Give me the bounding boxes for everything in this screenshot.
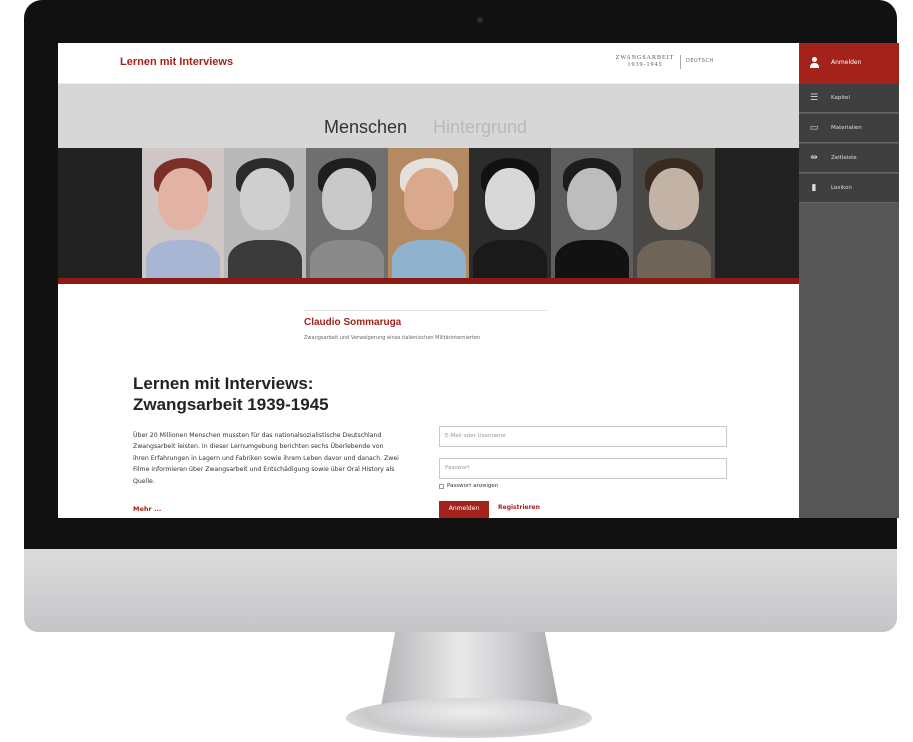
register-link[interactable]: Registrieren <box>498 504 540 511</box>
portrait-6[interactable] <box>551 148 634 278</box>
folder-icon: ▭ <box>809 123 819 133</box>
person-subtitle: Zwangsarbeit und Verweigerung eines ital… <box>304 335 481 341</box>
brand-logo[interactable]: ZWANGSARBEIT 1939-1945 <box>611 55 679 69</box>
brand-divider <box>680 55 681 69</box>
sidebar-item-materialien[interactable]: ▭ Materialien <box>799 114 899 143</box>
portrait-7[interactable] <box>633 148 716 278</box>
person-divider <box>304 310 547 311</box>
timeline-icon: ⇹ <box>810 153 818 163</box>
sidebar-item-label: Lexikon <box>831 185 852 191</box>
sidebar-item-label: Kapitel <box>831 95 850 101</box>
portrait-strip <box>58 148 799 278</box>
sidebar: Anmelden ☰ Kapitel ▭ Materialien ⇹ Zeitl… <box>799 43 899 518</box>
monitor-stand <box>381 632 559 706</box>
more-link[interactable]: Mehr ... <box>133 505 161 513</box>
camera-icon <box>477 17 483 23</box>
show-password-checkbox[interactable] <box>439 483 444 489</box>
portrait-4[interactable] <box>387 148 470 278</box>
portrait-5[interactable] <box>469 148 552 278</box>
person-name[interactable]: Claudio Sommaruga <box>304 317 401 328</box>
portrait-2[interactable] <box>223 148 306 278</box>
language-switch[interactable]: DEUTSCH <box>686 58 714 64</box>
heading-line-2: Zwangsarbeit 1939-1945 <box>133 395 329 414</box>
top-bar: Lernen mit Interviews ZWANGSARBEIT 1939-… <box>58 43 799 84</box>
heading-line-1: Lernen mit Interviews: <box>133 374 314 393</box>
tab-menschen[interactable]: Menschen <box>324 117 407 138</box>
screen: Lernen mit Interviews ZWANGSARBEIT 1939-… <box>58 43 899 518</box>
menu-icon: ☰ <box>809 93 819 103</box>
sidebar-login-button[interactable]: Anmelden <box>799 43 899 84</box>
sidebar-item-label: Materialien <box>831 125 862 131</box>
sidebar-item-kapitel[interactable]: ☰ Kapitel <box>799 84 899 113</box>
accent-divider <box>58 278 799 284</box>
sidebar-item-zeitleiste[interactable]: ⇹ Zeitleiste <box>799 144 899 173</box>
intro-text: Über 20 Millionen Menschen mussten für d… <box>133 432 399 485</box>
user-icon <box>810 57 819 68</box>
show-password-label: Passwort anzeigen <box>447 483 499 489</box>
book-icon: ▮ <box>811 183 817 193</box>
page-heading: Lernen mit Interviews: Zwangsarbeit 1939… <box>133 373 393 415</box>
portrait-1[interactable] <box>142 148 224 278</box>
login-button[interactable]: Anmelden <box>439 501 489 518</box>
monitor-stand-base <box>346 698 592 738</box>
portrait-3[interactable] <box>305 148 388 278</box>
email-field[interactable]: E-Mail oder Username <box>439 426 727 447</box>
password-field[interactable]: Passwort <box>439 458 727 479</box>
tab-hintergrund[interactable]: Hintergrund <box>433 117 527 138</box>
show-password-row[interactable]: Passwort anzeigen <box>439 483 498 489</box>
sidebar-login-label: Anmelden <box>831 59 862 66</box>
sidebar-item-label: Zeitleiste <box>831 155 857 161</box>
tab-bar <box>58 84 799 148</box>
site-title[interactable]: Lernen mit Interviews <box>120 56 233 68</box>
sidebar-item-lexikon[interactable]: ▮ Lexikon <box>799 174 899 203</box>
monitor-chin <box>24 549 897 632</box>
